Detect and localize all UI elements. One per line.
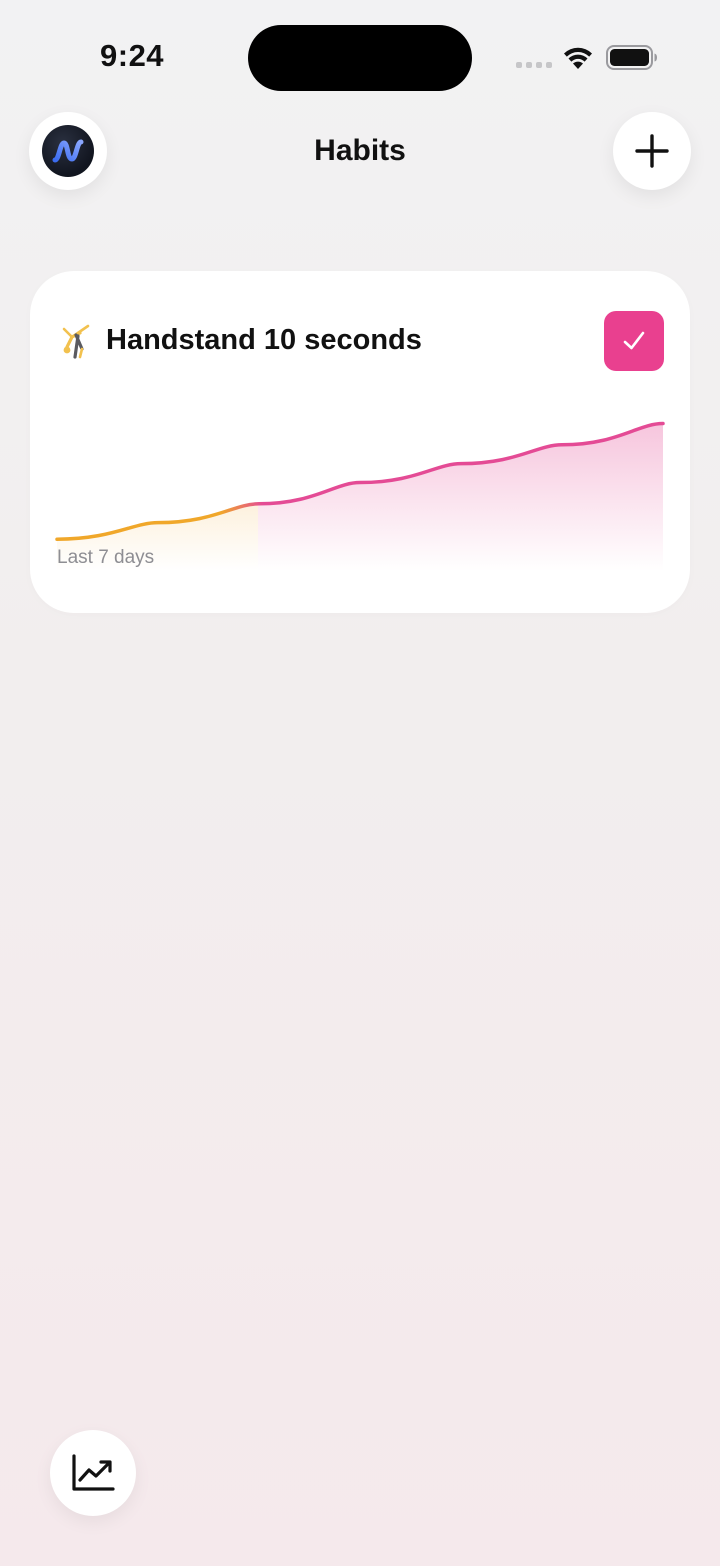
cartwheel-person-icon (62, 324, 90, 359)
battery-icon (606, 45, 657, 70)
status-time: 9:24 (100, 38, 165, 73)
wifi-icon (564, 47, 592, 69)
habit-title: Handstand 10 seconds (106, 324, 422, 356)
cellular-signal-icon (516, 62, 552, 68)
habit-complete-checkbox[interactable] (604, 311, 664, 371)
chart-caption: Last 7 days (57, 547, 155, 568)
plus-icon (635, 134, 669, 168)
statistics-button[interactable] (50, 1430, 136, 1516)
checkmark-icon (623, 331, 645, 350)
dynamic-island (248, 25, 472, 91)
page-title: Habits (314, 134, 406, 167)
trend-chart-icon (72, 1454, 115, 1491)
habit-card[interactable]: Handstand 10 seconds Last 7 days (30, 271, 690, 613)
add-habit-button[interactable] (613, 112, 691, 190)
